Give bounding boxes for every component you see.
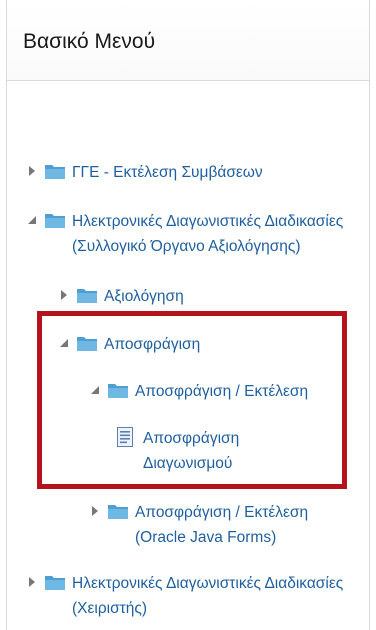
tree-item-label[interactable]: Αποσφράγιση / Εκτέλεση (Oracle Java Form… bbox=[135, 500, 308, 550]
folder-icon bbox=[44, 211, 66, 229]
highlight-box bbox=[37, 311, 347, 489]
tree-item-label[interactable]: ΓΓΕ - Εκτέλεση Συμβάσεων bbox=[72, 160, 263, 185]
folder-icon bbox=[44, 162, 66, 180]
expand-icon[interactable] bbox=[26, 163, 38, 179]
expand-icon[interactable] bbox=[89, 503, 101, 519]
collapse-icon[interactable] bbox=[26, 212, 38, 228]
tree-item-electronic-procedures-committee[interactable]: Ηλεκτρονικές Διαγωνιστικές Διαδικασίες (… bbox=[26, 209, 343, 259]
tree-item-electronic-procedures-operator[interactable]: Ηλεκτρονικές Διαγωνιστικές Διαδικασίες (… bbox=[26, 571, 343, 621]
tree-item-label[interactable]: Αξιολόγηση bbox=[104, 284, 184, 309]
tree-item-unsealing-execution-java-forms[interactable]: Αποσφράγιση / Εκτέλεση (Oracle Java Form… bbox=[89, 500, 308, 550]
tree-item-evaluation[interactable]: Αξιολόγηση bbox=[58, 284, 184, 309]
folder-icon bbox=[76, 286, 98, 304]
expand-icon[interactable] bbox=[26, 574, 38, 590]
folder-icon bbox=[44, 573, 66, 591]
menu-title: Βασικό Μενού bbox=[23, 30, 156, 53]
folder-icon bbox=[107, 502, 129, 520]
tree-item-label[interactable]: Ηλεκτρονικές Διαγωνιστικές Διαδικασίες (… bbox=[72, 209, 343, 259]
tree-item-label[interactable]: Ηλεκτρονικές Διαγωνιστικές Διαδικασίες (… bbox=[72, 571, 343, 621]
tree-item-gge-contract-execution[interactable]: ΓΓΕ - Εκτέλεση Συμβάσεων bbox=[26, 160, 263, 185]
menu-header: Βασικό Μενού bbox=[7, 0, 369, 81]
expand-icon[interactable] bbox=[58, 287, 70, 303]
